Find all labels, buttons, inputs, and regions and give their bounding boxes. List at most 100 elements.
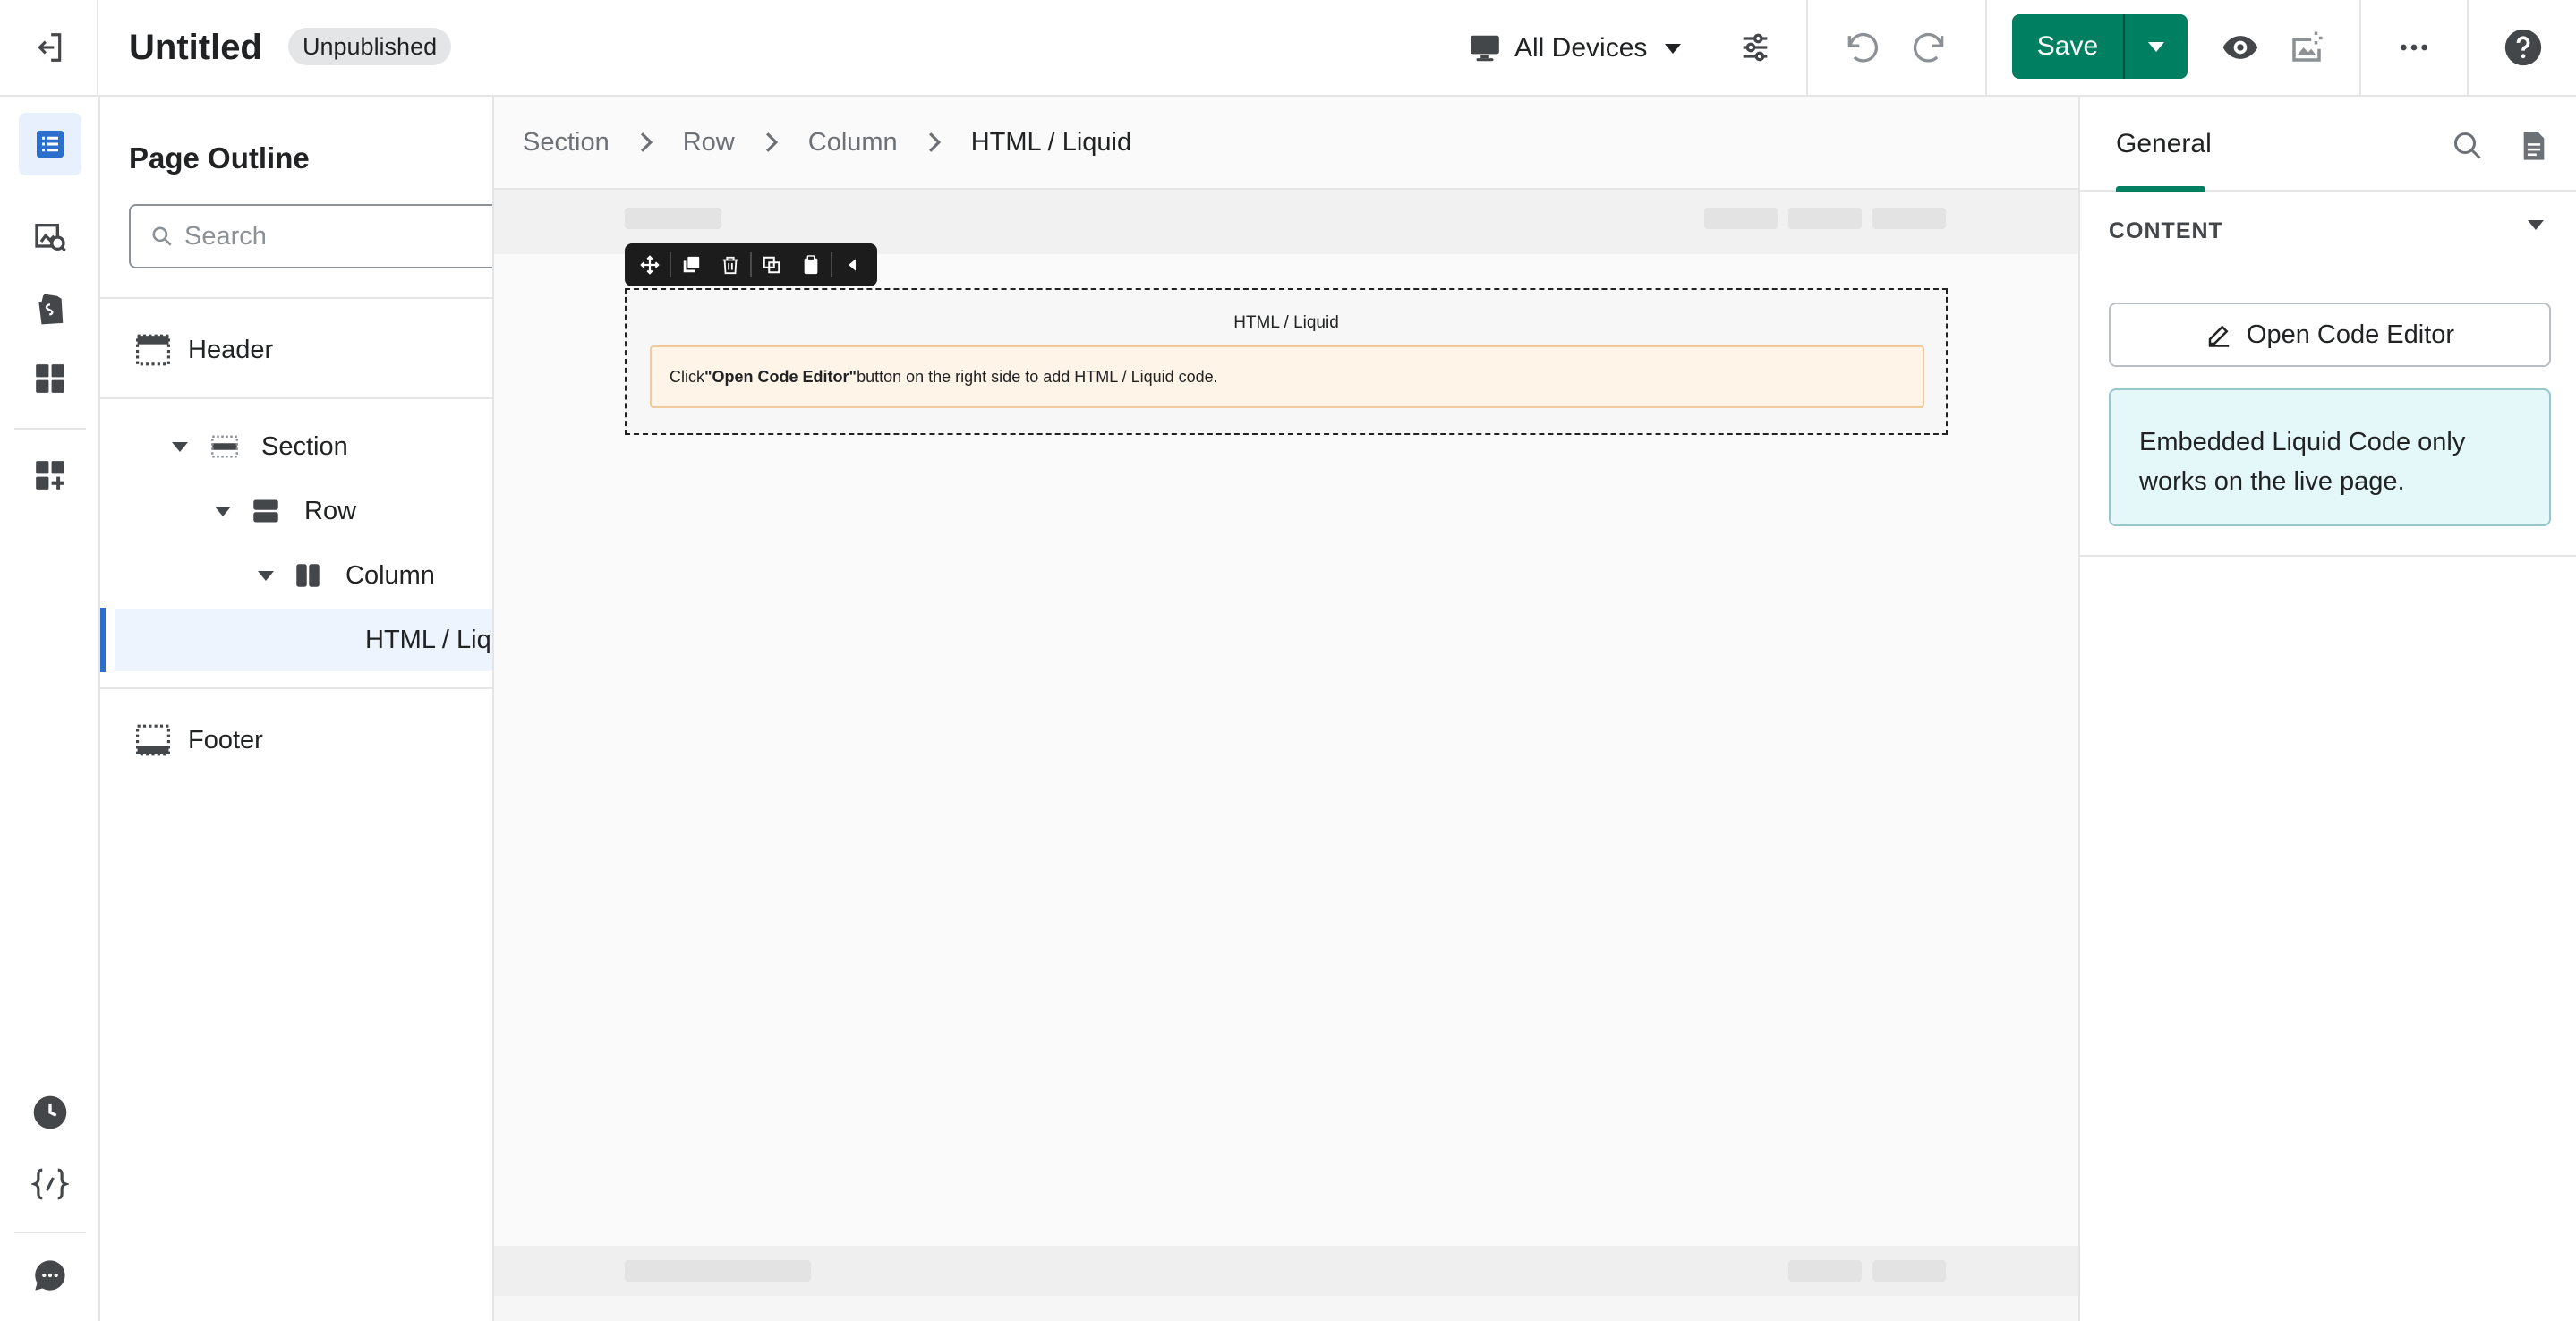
device-selector[interactable]: All Devices [1468,23,1682,73]
breadcrumb-item[interactable]: Row [683,128,735,158]
save-button[interactable]: Save [2012,14,2123,79]
tab-general[interactable]: General [2116,129,2212,159]
skeleton-bar [625,1260,811,1282]
outline-item-label: HTML / Liquid [365,625,492,654]
page-settings-button[interactable] [1726,18,1785,77]
settings-divider [2080,555,2576,557]
outline-item-column[interactable]: Column [100,544,492,607]
save-button-group: Save [2012,14,2188,79]
sliders-icon [1743,33,1768,62]
page-title[interactable]: Untitled [129,25,262,70]
search-input[interactable] [184,221,453,251]
image-icon [35,223,66,252]
publish-preview-button[interactable] [2277,18,2336,77]
column-icon [296,564,320,587]
rail-divider [14,428,86,430]
chat-support-nav[interactable] [19,1244,81,1307]
status-badge: Unpublished [288,28,452,65]
exit-button[interactable] [0,0,98,95]
caret-left-icon [849,259,857,271]
redo-button[interactable] [1899,18,1958,77]
code-braces-icon [31,1168,69,1200]
outline-divider [100,397,492,399]
outline-item-html-liquid[interactable]: HTML / Liquid [115,609,492,671]
desktop-icon [1471,35,1499,62]
settings-tabs: General [2080,97,2576,192]
trash-icon [722,256,738,275]
shopping-bag-icon [38,294,64,325]
delete-button[interactable] [711,247,750,283]
chevron-right-icon [763,131,780,154]
breadcrumb-item[interactable]: Column [808,128,898,158]
paste-style-button[interactable] [791,247,831,283]
settings-search-button[interactable] [2447,125,2488,166]
chevron-right-icon [926,131,943,154]
chat-bubble-icon [35,1260,65,1291]
custom-code-nav[interactable] [19,1153,81,1215]
rail-divider [14,1232,86,1233]
outline-item-footer[interactable]: Footer [100,709,492,771]
preview-footer-placeholder [494,1246,2078,1296]
pencil-icon [2208,325,2230,347]
section-title-content: CONTENT [2109,218,2223,243]
panel-title: Page Outline [129,141,310,175]
chevron-down-icon [1665,43,1682,54]
more-horizontal-icon [2401,44,2427,51]
message-prefix: Click [670,367,704,386]
collapse-toolbar-button[interactable] [832,247,872,283]
help-button[interactable] [2494,18,2553,77]
footer-layout-icon [136,724,170,756]
media-library-nav[interactable] [19,206,81,268]
row-icon [253,499,278,523]
outline-item-row[interactable]: Row [100,480,492,542]
outline-divider [100,297,492,299]
top-bar: Untitled Unpublished All Devices Save [0,0,2576,97]
breadcrumb-item[interactable]: Section [523,128,610,158]
header-layout-icon [136,334,170,366]
caret-down-icon [215,506,231,516]
outline-item-header[interactable]: Header [100,319,492,381]
html-liquid-block[interactable]: HTML / Liquid Click "Open Code Editor" b… [625,288,1948,435]
clipboard-icon [804,255,818,275]
duplicate-icon [683,256,700,273]
copy-style-button[interactable] [752,247,791,283]
info-banner: Embedded Liquid Code only works on the l… [2109,388,2551,526]
move-icon [640,255,660,275]
copy-icon [763,256,780,274]
duplicate-button[interactable] [671,247,711,283]
templates-nav[interactable] [19,347,81,410]
toolbar-divider [2359,0,2361,95]
preview-button[interactable] [2211,18,2270,77]
skeleton-bar [1872,1260,1946,1282]
help-circle-icon [2504,29,2542,66]
open-code-editor-label: Open Code Editor [2246,320,2455,349]
exit-icon [38,33,62,62]
outline-item-label: Row [304,496,357,525]
history-nav[interactable] [19,1081,81,1144]
selection-indicator [100,608,106,672]
outline-divider [100,687,492,689]
outline-item-label: Header [188,335,274,364]
more-actions-button[interactable] [2384,18,2444,77]
undo-button[interactable] [1833,18,1892,77]
eye-icon [2222,36,2258,59]
add-element-nav[interactable] [19,444,81,507]
skeleton-bar [625,208,721,229]
collapse-section-button[interactable] [2528,220,2544,230]
save-options-button[interactable] [2125,14,2188,79]
outline-item-section[interactable]: Section [100,415,492,478]
outline-item-label: Column [345,560,435,590]
skeleton-bar [1788,208,1862,229]
page-outline-nav[interactable] [19,113,81,175]
open-code-editor-button[interactable]: Open Code Editor [2109,303,2551,367]
redo-icon [1913,32,1944,63]
caret-down-icon [258,570,274,581]
shopify-elements-nav[interactable] [19,277,81,340]
empty-block-message: Click "Open Code Editor" button on the r… [650,345,1924,408]
breadcrumb-item-current: HTML / Liquid [970,127,1132,157]
outline-item-label: Section [261,431,348,461]
list-icon [37,131,64,158]
move-button[interactable] [630,247,670,283]
page-settings-doc-button[interactable] [2513,125,2555,166]
skeleton-bar [1788,1260,1862,1282]
